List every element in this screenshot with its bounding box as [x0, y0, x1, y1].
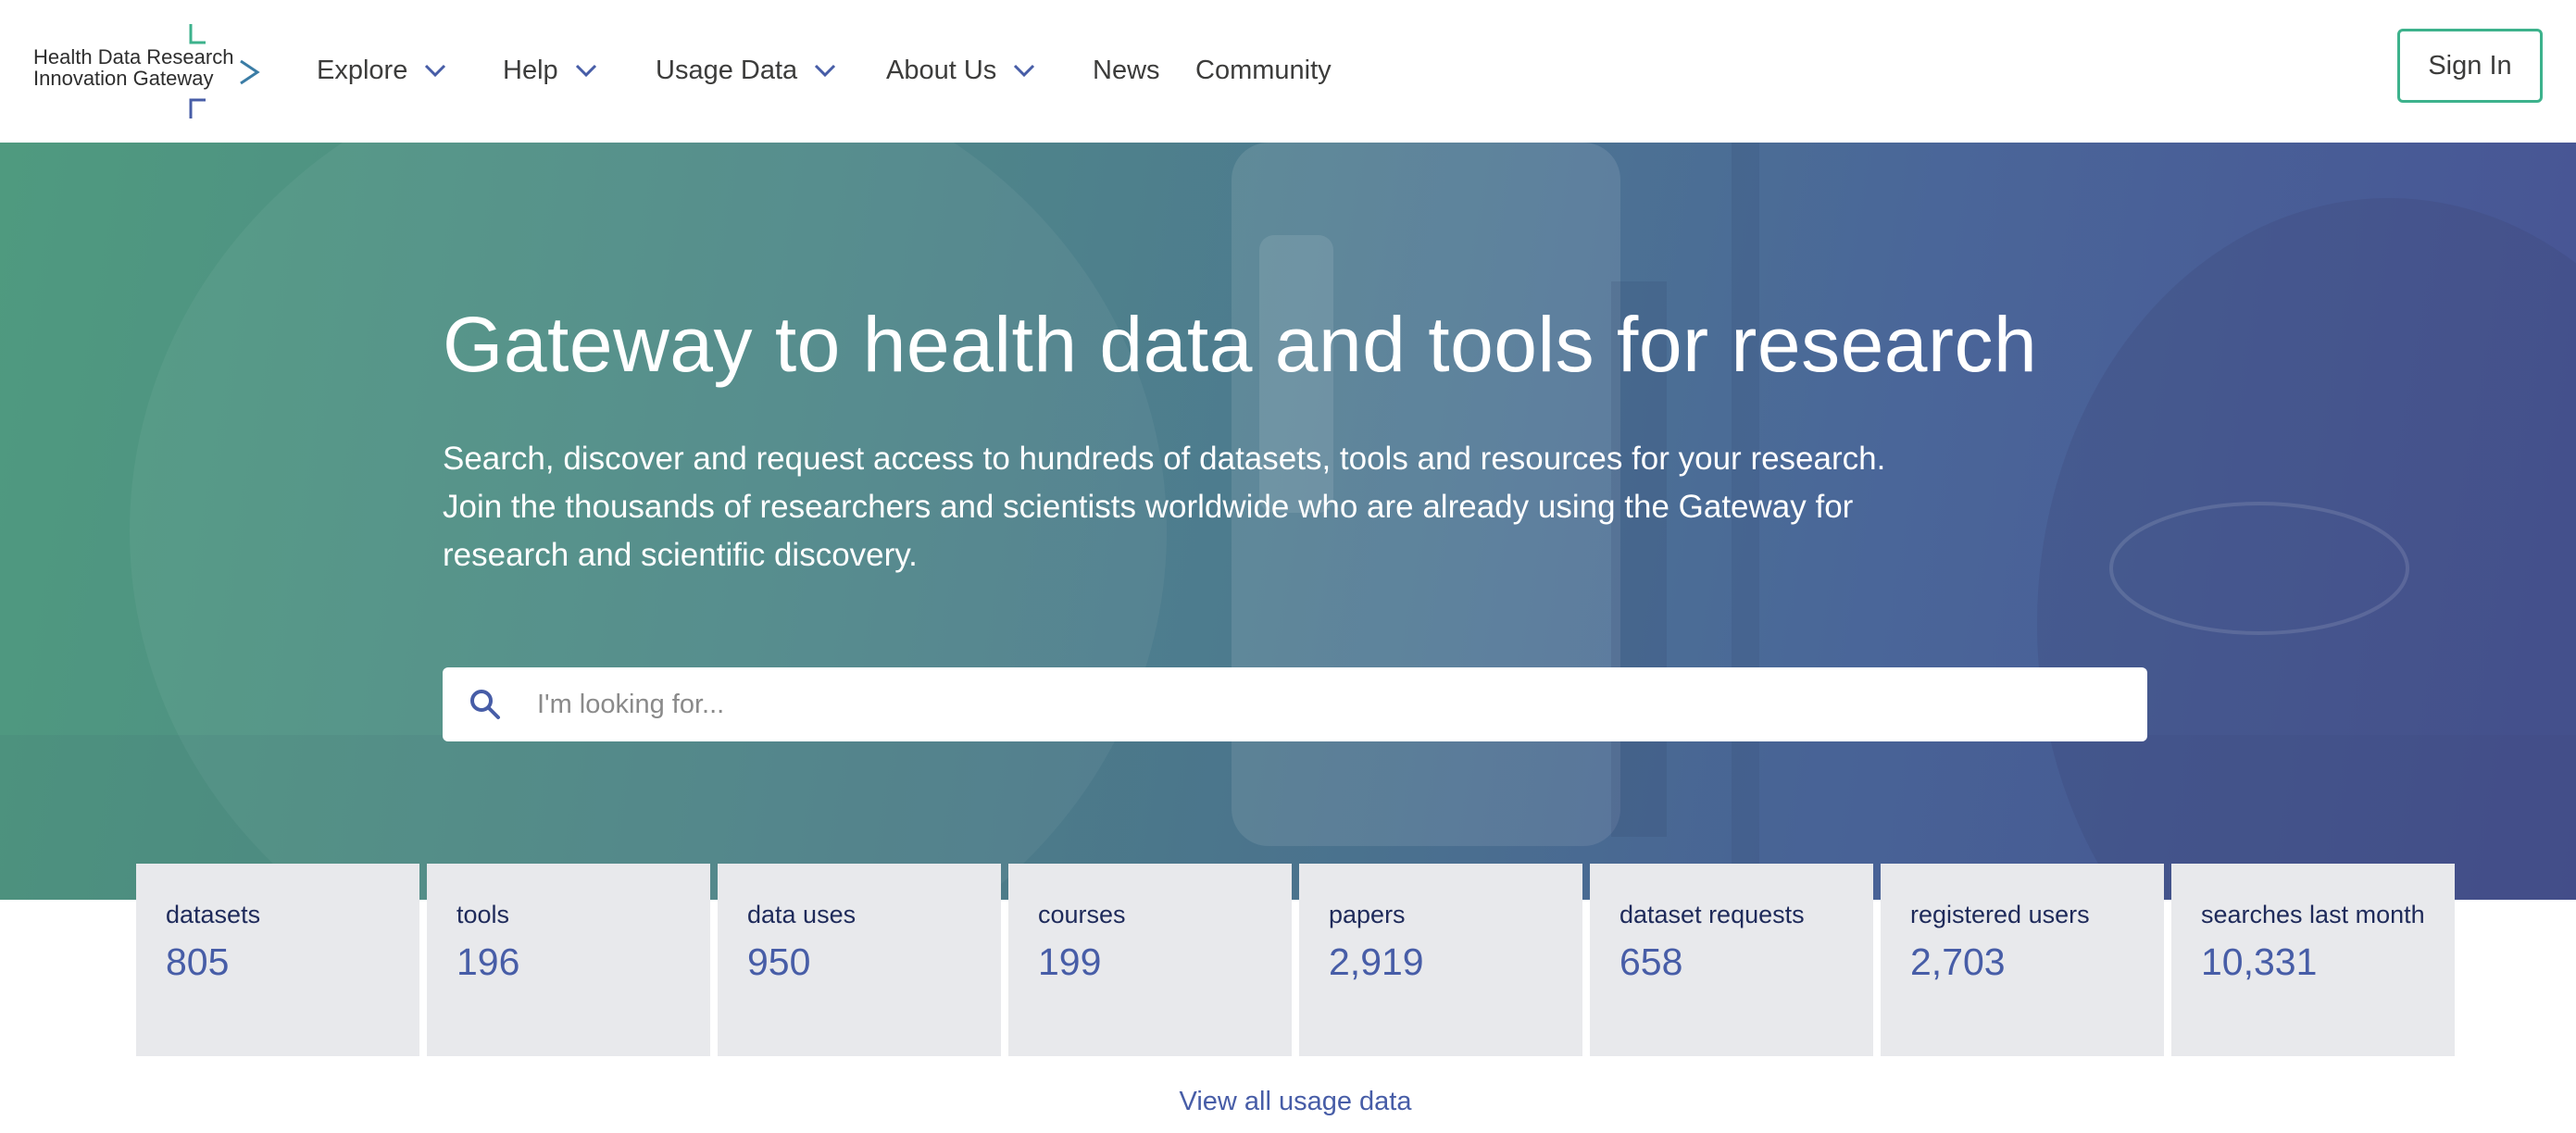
stat-card-registered-users[interactable]: registered users 2,703 [1881, 864, 2164, 1056]
stat-label: tools [456, 901, 510, 928]
stat-label: searches last month [2201, 901, 2425, 928]
stat-label: papers [1329, 901, 1406, 928]
nav-usage-data[interactable]: Usage Data [656, 56, 886, 86]
nav-news[interactable]: News [1093, 56, 1195, 86]
search-input[interactable] [537, 677, 2111, 732]
stat-card-datasets[interactable]: datasets 805 [136, 864, 419, 1056]
main-nav: Explore Help Usage Data About Us News Co… [317, 46, 1332, 94]
nav-help[interactable]: Help [503, 56, 656, 86]
usage-stats: datasets 805 tools 196 data uses 950 cou… [136, 864, 2455, 1056]
stat-card-courses[interactable]: courses 199 [1008, 864, 1292, 1056]
stat-label: registered users [1910, 901, 2090, 928]
search-icon[interactable] [467, 686, 504, 723]
stat-card-papers[interactable]: papers 2,919 [1299, 864, 1582, 1056]
logo-line-1: Health Data Research [33, 45, 234, 68]
stat-value: 805 [166, 940, 230, 983]
nav-usage-data-label: Usage Data [656, 55, 798, 85]
stat-value: 10,331 [2201, 940, 2318, 983]
stat-card-dataset-requests[interactable]: dataset requests 658 [1590, 864, 1873, 1056]
chevron-down-icon [814, 64, 836, 77]
nav-explore-label: Explore [317, 55, 408, 85]
stat-label: datasets [166, 901, 261, 928]
hero-banner: Gateway to health data and tools for res… [0, 143, 2576, 900]
stat-label: dataset requests [1619, 901, 1805, 928]
nav-help-label: Help [503, 55, 558, 85]
nav-community-label: Community [1195, 55, 1332, 85]
nav-explore[interactable]: Explore [317, 56, 503, 86]
logo[interactable]: Health Data Research Innovation Gateway [33, 20, 265, 120]
chevron-down-icon [575, 64, 597, 77]
stat-value: 199 [1038, 940, 1102, 983]
stat-value: 2,703 [1910, 940, 2006, 983]
stat-value: 196 [456, 940, 520, 983]
stat-label: data uses [747, 901, 857, 928]
nav-community[interactable]: Community [1195, 56, 1332, 86]
stat-card-data-uses[interactable]: data uses 950 [718, 864, 1001, 1056]
nav-about-us-label: About Us [886, 55, 997, 85]
search-bar[interactable] [443, 667, 2147, 741]
nav-news-label: News [1093, 55, 1160, 85]
stat-value: 658 [1619, 940, 1683, 983]
nav-about-us[interactable]: About Us [886, 56, 1093, 86]
stat-value: 2,919 [1329, 940, 1424, 983]
logo-line-2: Innovation Gateway [33, 67, 214, 90]
chevron-down-icon [1013, 64, 1035, 77]
stat-card-searches-last-month[interactable]: searches last month 10,331 [2171, 864, 2455, 1056]
hero-title: Gateway to health data and tools for res… [443, 301, 2038, 388]
view-all-usage-data-link[interactable]: View all usage data [0, 1087, 2576, 1117]
hero-subtitle: Search, discover and request access to h… [443, 441, 1886, 573]
stat-value: 950 [747, 940, 811, 983]
stat-label: courses [1038, 901, 1126, 928]
site-header: Health Data Research Innovation Gateway … [0, 0, 2576, 143]
logo-text: Health Data Research Innovation Gateway [33, 46, 233, 89]
sign-in-button[interactable]: Sign In [2397, 29, 2543, 103]
stat-card-tools[interactable]: tools 196 [427, 864, 710, 1056]
chevron-down-icon [424, 64, 446, 77]
